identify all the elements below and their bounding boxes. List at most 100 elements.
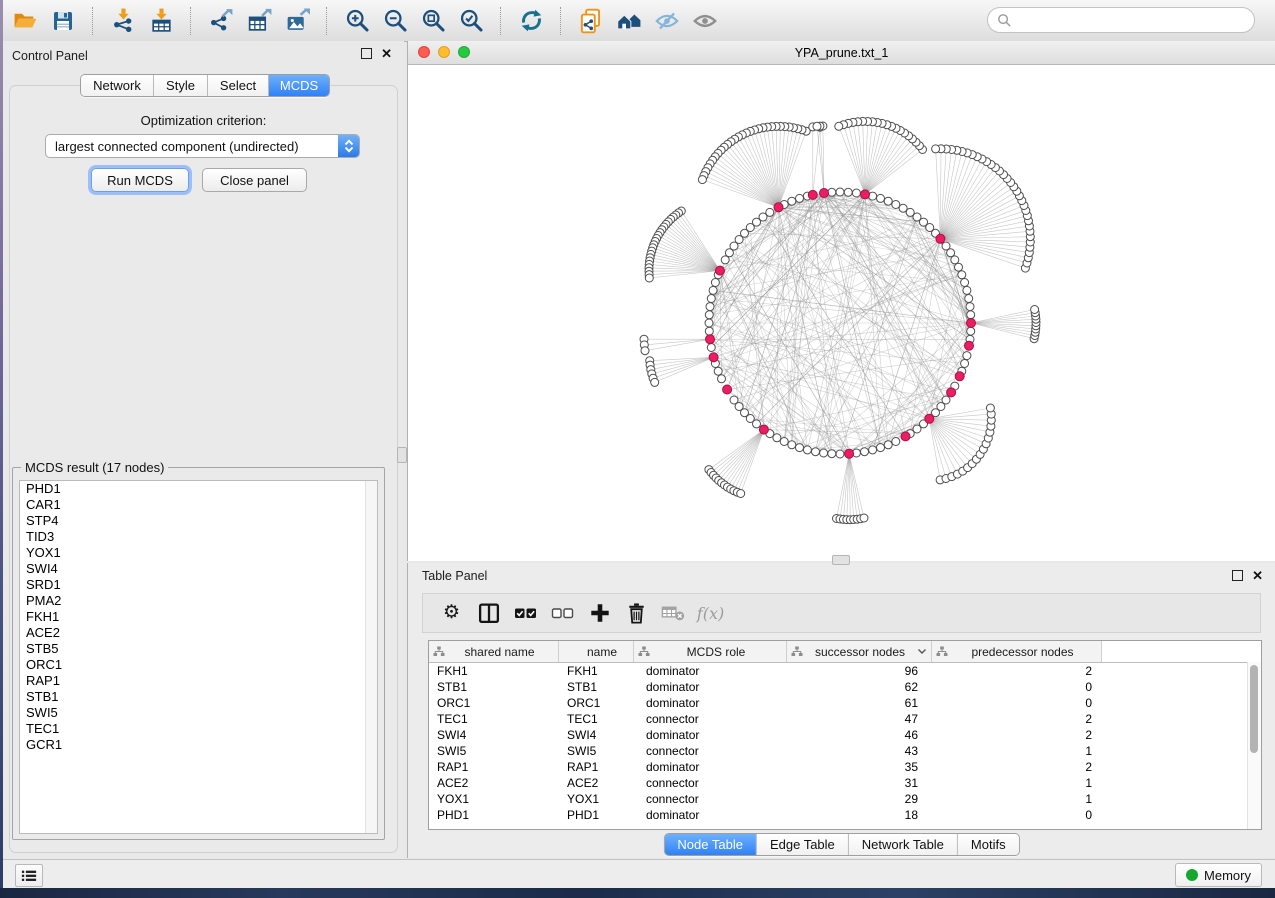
maximize-window-icon[interactable] [458,46,470,58]
mcds-node[interactable] [774,203,783,212]
network-node[interactable] [796,444,804,452]
zoom-in-button[interactable] [338,6,376,36]
network-node[interactable] [967,311,975,319]
mcds-node[interactable] [967,319,976,328]
tab-style[interactable]: Style [153,75,207,96]
column-header-MCDS-role[interactable]: MCDS role [634,641,787,662]
function-builder-button[interactable]: f(x) [692,598,729,628]
zoom-fit-button[interactable] [414,6,452,36]
network-node[interactable] [788,197,796,205]
close-window-icon[interactable] [418,46,430,58]
mcds-node[interactable] [861,190,870,199]
mcds-node[interactable] [955,372,964,381]
network-node[interactable] [965,295,973,303]
network-node[interactable] [711,279,719,287]
mcds-result-item[interactable]: RAP1 [20,673,377,689]
network-node[interactable] [773,434,781,442]
table-row[interactable]: STB1STB1dominator620 [429,679,1261,695]
table-settings-button[interactable]: ⚙ [433,598,470,628]
network-node[interactable] [942,242,950,250]
close-panel-button[interactable]: Close panel [202,168,307,192]
minimize-window-icon[interactable] [438,46,450,58]
close-panel-icon[interactable]: ✕ [381,48,392,59]
table-row[interactable]: ACE2ACE2connector311 [429,775,1261,791]
network-node[interactable] [737,490,745,498]
show-all-button[interactable] [686,6,724,36]
mcds-result-item[interactable]: TID3 [20,529,377,545]
mcds-result-list[interactable]: PHD1CAR1STP4TID3YOX1SWI4SRD1PMA2FKH1ACE2… [19,480,378,834]
duplicate-network-button[interactable] [572,6,610,36]
float-panel-icon[interactable] [1232,570,1243,581]
search-field[interactable] [987,7,1255,33]
network-node[interactable] [835,122,843,130]
mcds-node[interactable] [706,335,715,344]
mcds-result-item[interactable]: SWI4 [20,561,377,577]
mcds-result-item[interactable]: STP4 [20,513,377,529]
network-node[interactable] [721,256,729,264]
network-node[interactable] [899,204,907,212]
table-row[interactable]: ORC1ORC1dominator610 [429,695,1261,711]
search-input[interactable] [1017,12,1254,29]
mcds-result-item[interactable]: GCR1 [20,737,377,753]
network-node[interactable] [966,303,974,311]
network-node[interactable] [803,446,811,454]
mcds-node[interactable] [925,414,934,423]
network-node[interactable] [780,438,788,446]
network-node[interactable] [705,327,713,335]
network-node[interactable] [884,197,892,205]
network-node[interactable] [852,189,860,197]
network-node[interactable] [705,311,713,319]
network-node[interactable] [813,122,821,130]
mcds-result-item[interactable]: TEC1 [20,721,377,737]
network-node[interactable] [892,201,900,209]
network-node[interactable] [705,319,713,327]
network-node[interactable] [844,188,852,196]
mcds-result-item[interactable]: YOX1 [20,545,377,561]
mcds-result-item[interactable]: SRD1 [20,577,377,593]
tab-node-table[interactable]: Node Table [664,834,756,855]
tab-edge-table[interactable]: Edge Table [756,834,848,855]
mcds-node[interactable] [965,341,974,350]
network-node[interactable] [963,352,971,360]
network-node[interactable] [796,194,804,202]
tab-network-table[interactable]: Network Table [848,834,957,855]
network-node[interactable] [860,514,868,522]
add-column-button[interactable] [581,598,618,628]
mcds-result-item[interactable]: STB5 [20,641,377,657]
network-node[interactable] [877,444,885,452]
hide-selected-button[interactable] [648,6,686,36]
network-node[interactable] [820,449,828,457]
mcds-result-item[interactable]: CAR1 [20,497,377,513]
table-row[interactable]: SWI4SWI4dominator462 [429,727,1261,743]
import-network-button[interactable] [104,6,142,36]
network-node[interactable] [645,274,653,282]
mcds-node[interactable] [808,190,817,199]
export-network-button[interactable] [202,6,240,36]
criterion-dropdown[interactable]: largest connected component (undirected) [45,134,360,158]
network-node[interactable] [942,396,950,404]
column-header-shared-name[interactable]: shared name [429,641,559,662]
delete-table-button[interactable] [655,598,692,628]
network-node[interactable] [869,446,877,454]
network-node[interactable] [709,286,717,294]
network-node[interactable] [812,448,820,456]
column-header-name[interactable]: name [559,641,634,662]
network-node[interactable] [651,378,659,386]
network-node[interactable] [641,347,649,355]
tab-network[interactable]: Network [81,75,153,96]
list-scrollbar[interactable] [365,481,377,833]
network-canvas[interactable] [408,65,1275,561]
zoom-selected-button[interactable] [452,6,490,36]
network-window-titlebar[interactable]: YPA_prune.txt_1 [408,41,1275,65]
column-header-successor-nodes[interactable]: successor nodes [787,641,932,662]
select-all-columns-button[interactable] [507,598,544,628]
network-node[interactable] [714,367,722,375]
network-node[interactable] [828,188,836,196]
deselect-all-columns-button[interactable] [544,598,581,628]
network-node[interactable] [753,420,761,428]
mcds-result-item[interactable]: ORC1 [20,657,377,673]
network-node[interactable] [828,450,836,458]
open-file-button[interactable] [6,6,44,36]
network-node[interactable] [961,360,969,368]
network-node[interactable] [958,271,966,279]
